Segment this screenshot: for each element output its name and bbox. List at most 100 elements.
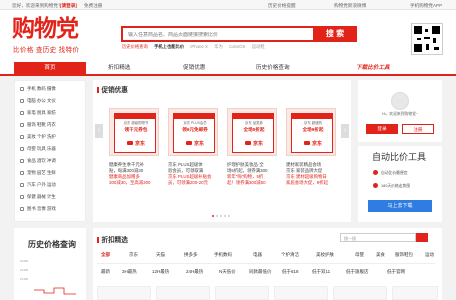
- tab-sports[interactable]: 运动: [425, 252, 434, 258]
- category-item[interactable]: 宠物 园艺 生鲜: [20, 170, 56, 176]
- sort-below-flagship[interactable]: 低于旗舰店: [346, 269, 369, 275]
- register-button[interactable]: 注册: [402, 124, 434, 134]
- category-item[interactable]: 保健 器械 计生: [20, 194, 56, 200]
- jd-logo-icon: 京东: [294, 140, 332, 147]
- app-link[interactable]: 手机购物党APP: [410, 3, 442, 9]
- promo-desc[interactable]: 健康养生季千元补 贴，每满300减30 健康商品加赠多 300减30，至高减300: [109, 162, 163, 186]
- sort-24h-hot[interactable]: 24H最热: [186, 269, 203, 275]
- sort-3h-hot[interactable]: 3H最热: [122, 269, 137, 275]
- login-link[interactable]: [请登录]: [60, 3, 77, 9]
- category-item[interactable]: 汽车 户外 运动: [20, 182, 56, 188]
- main-nav: 首页 折扣精选 促销优惠 历史价格查询 下载比价工具: [0, 62, 456, 76]
- tool-feature: 自动比价最便宜: [373, 170, 408, 176]
- site-logo[interactable]: 购物党: [12, 16, 79, 42]
- picks-search-button[interactable]: [416, 233, 428, 242]
- price-alert-link[interactable]: 历史价格提醒: [268, 3, 296, 9]
- category-item[interactable]: 服饰 鞋靴 内衣: [20, 122, 56, 128]
- category-item[interactable]: 食品 酒饮 冲调: [20, 158, 56, 164]
- discount-picks-section: 折扣精选 搜一搜 全部 京东 天猫 拼多多 手机数码 电器 个护清洁 美妆护肤 …: [93, 228, 442, 300]
- sort-n-day-low[interactable]: N天低价: [219, 269, 236, 275]
- tab-tmall[interactable]: 天猫: [156, 252, 165, 258]
- clothing-icon: [20, 123, 24, 127]
- category-item[interactable]: 图书 音像 游戏: [20, 206, 56, 212]
- tab-digital[interactable]: 手机数码: [214, 252, 232, 258]
- carousel-prev-button[interactable]: ‹: [95, 124, 103, 138]
- category-item[interactable]: 家电 厨具 家纺: [20, 110, 56, 116]
- nav-history[interactable]: 历史价格查询: [256, 62, 290, 74]
- tab-all[interactable]: 全部: [101, 252, 110, 258]
- category-item[interactable]: 手机 数码 摄像: [20, 86, 56, 92]
- promo-card[interactable]: 京东 品类券 全场5折起 京东: [227, 108, 277, 156]
- weibo-link[interactable]: 购物党新浪微博: [334, 3, 366, 9]
- tab-pinduoduo[interactable]: 拼多多: [184, 252, 198, 258]
- car-icon: [20, 183, 24, 187]
- sort-below-official[interactable]: 低于官网: [387, 269, 405, 275]
- promo-card[interactable]: 京东 超值购 全场9折起 京东: [286, 108, 336, 156]
- history-axis-labels: ¥4,099 ¥3,699 ¥3,299: [20, 260, 28, 281]
- carousel-dot[interactable]: [228, 215, 230, 217]
- nav-home[interactable]: 首页: [14, 62, 86, 74]
- carousel-dot[interactable]: [212, 215, 214, 217]
- tab-beauty[interactable]: 美妆护肤: [316, 252, 334, 258]
- tab-jd[interactable]: 京东: [129, 252, 138, 258]
- sort-same-lowest[interactable]: 同款最低价: [249, 269, 272, 275]
- product-card[interactable]: [274, 286, 328, 300]
- promo-title: 促销优惠: [97, 84, 128, 94]
- tab-baby[interactable]: 母婴: [355, 252, 364, 258]
- sort-below-1111[interactable]: 低于双11: [312, 269, 330, 275]
- search-box: 搜 索: [121, 26, 357, 42]
- promo-desc[interactable]: 京东 PLUS超级体 验会员，可领取满 京东 PLUS超级补贴会 员，可领满200-…: [168, 162, 222, 186]
- carousel-next-button[interactable]: ›: [341, 124, 349, 138]
- top-bar: 您好，欢迎来到购物党！ [请登录] 免费注册 历史价格提醒 购物党新浪微博 手机…: [0, 0, 456, 10]
- jd-logo-icon: 京东: [176, 140, 214, 147]
- tab-personal-care[interactable]: 个护清洁: [281, 252, 299, 258]
- product-card[interactable]: [156, 286, 210, 300]
- sort-newest[interactable]: 最新: [101, 269, 110, 275]
- promo-desc[interactable]: 建材家装精品会场 京东 家装品牌大促 京东 建材超级购物日 家居会场大促，9折起: [286, 162, 340, 186]
- hot-word[interactable]: 运动鞋: [252, 44, 265, 49]
- sort-12h-hot[interactable]: 12H最热: [152, 269, 169, 275]
- carousel-dot[interactable]: [224, 215, 226, 217]
- user-panel: Hi，欢迎来到购物党~ 登录 注册: [358, 80, 442, 142]
- tool-feature: 180天价格走势图: [373, 183, 410, 189]
- hot-word[interactable]: iPhone X: [190, 44, 207, 49]
- picks-search-input[interactable]: 搜一搜: [340, 233, 416, 242]
- carousel-dot[interactable]: [220, 215, 222, 217]
- category-item[interactable]: 美妆 个护 洗护: [20, 134, 56, 140]
- search-button[interactable]: 搜 索: [313, 26, 357, 42]
- register-link[interactable]: 免费注册: [84, 3, 102, 9]
- product-card[interactable]: [97, 286, 151, 300]
- hot-word[interactable]: 历史价格查询: [122, 44, 148, 49]
- header: 购物党 比价格 查历史 找特价 搜 索 历史价格查询 手机上也能比价 iPhon…: [0, 10, 456, 62]
- promo-section: 促销优惠 ‹ › 京东 超级购物节 领千元券包 京东 京东 PLUS会员 领6元…: [93, 80, 351, 222]
- category-item[interactable]: 母婴 玩具 乐器: [20, 146, 56, 152]
- product-card[interactable]: [215, 286, 269, 300]
- tool-title: 自动比价工具: [372, 152, 427, 162]
- tab-appliance[interactable]: 电器: [253, 252, 262, 258]
- nav-picks[interactable]: 折扣精选: [108, 62, 130, 74]
- promo-card[interactable]: 京东 超级购物节 领千元券包 京东: [109, 108, 159, 156]
- nav-promo[interactable]: 促销优惠: [183, 62, 205, 74]
- tab-fashion[interactable]: 服饰鞋包: [395, 252, 413, 258]
- product-card[interactable]: [333, 286, 387, 300]
- auto-compare-tool-panel: 自动比价工具 自动比价最便宜 180天价格走势图 马上去下载: [358, 146, 442, 222]
- product-card[interactable]: [392, 286, 438, 300]
- search-input[interactable]: [128, 31, 303, 38]
- baby-icon: [20, 147, 24, 151]
- tab-food[interactable]: 美食: [376, 252, 385, 258]
- history-title: 历史价格查询: [28, 240, 76, 249]
- app-qr-code: [411, 23, 443, 55]
- category-item[interactable]: 电脑 办公 文仪: [20, 98, 56, 104]
- login-button[interactable]: 登录: [366, 124, 398, 134]
- food-icon: [20, 159, 24, 163]
- sort-below-618[interactable]: 低于618: [282, 269, 299, 275]
- nav-download-tool[interactable]: 下载比价工具: [356, 62, 390, 74]
- carousel-dot[interactable]: [216, 215, 218, 217]
- hot-word[interactable]: 华为: [214, 44, 223, 49]
- download-tool-button[interactable]: 马上去下载: [368, 200, 432, 212]
- hot-word[interactable]: 手机上也能比价: [154, 44, 184, 49]
- user-welcome: Hi，欢迎来到购物党~: [381, 112, 419, 116]
- hot-word[interactable]: ColorOS: [229, 44, 245, 49]
- promo-desc[interactable]: 护理护肤美妆品·全 场5折起，领券满300 新年"嗨"购物，5折 起！领券满300减…: [227, 162, 281, 186]
- promo-card[interactable]: 京东 PLUS会员 领6元免邮券 京东: [168, 108, 218, 156]
